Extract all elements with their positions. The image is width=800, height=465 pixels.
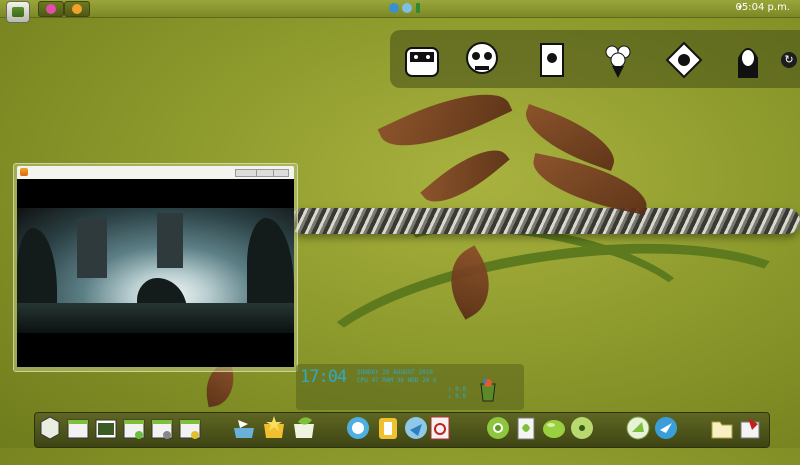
- books-icon[interactable]: [738, 414, 762, 440]
- blue-folder-icon[interactable]: [404, 414, 428, 440]
- folder-icon[interactable]: [710, 414, 734, 440]
- widget-net-up: ↑ 0.0: [448, 386, 467, 393]
- bouquet-icon[interactable]: [598, 40, 638, 80]
- wallpaper-cable: [290, 208, 800, 234]
- video-area[interactable]: [17, 179, 294, 367]
- skull-icon[interactable]: [462, 40, 502, 80]
- network-icon[interactable]: [402, 3, 412, 13]
- wallpaper-leaf: [377, 74, 513, 166]
- video-frame: [17, 208, 294, 333]
- wallpaper-leaf: [517, 103, 623, 172]
- pdf-reader-icon[interactable]: [428, 414, 452, 440]
- window-titlebar[interactable]: [17, 166, 294, 179]
- recycle-bin-icon[interactable]: [478, 378, 498, 402]
- widget-time: 17:04: [300, 367, 347, 387]
- star-folder-icon[interactable]: [262, 414, 286, 440]
- ninja-icon[interactable]: [402, 40, 442, 80]
- task-button-theme-app[interactable]: [38, 1, 64, 17]
- notes-icon[interactable]: [514, 414, 538, 440]
- start-button[interactable]: [6, 1, 30, 23]
- photo-icon[interactable]: [94, 414, 118, 440]
- widget-net-down: ↓ 0.0: [448, 393, 467, 400]
- media-player-window[interactable]: [13, 163, 298, 372]
- widget-date: SUNDAY 29 AUGUST 2010: [357, 369, 433, 376]
- play-icon: [72, 4, 82, 14]
- scene-robot: [77, 218, 107, 278]
- chrome-icon[interactable]: [486, 414, 510, 440]
- wallpaper-leaf: [527, 152, 653, 216]
- wallpaper-stem: [373, 203, 703, 363]
- bird-folder-icon[interactable]: [232, 414, 256, 440]
- cat-icon[interactable]: [664, 40, 704, 80]
- bird-app-icon[interactable]: [654, 414, 678, 440]
- pink-gear-icon: [46, 4, 56, 14]
- green-leaf-folder-icon[interactable]: [292, 414, 316, 440]
- taskbar-clock[interactable]: 05:04 p.m.: [736, 2, 790, 13]
- globe-icon[interactable]: [389, 3, 399, 13]
- upload-window-icon[interactable]: [178, 414, 202, 440]
- woman-icon[interactable]: [728, 40, 768, 80]
- illustrator-icon[interactable]: [376, 414, 400, 440]
- download-window-icon[interactable]: [122, 414, 146, 440]
- disc-icon[interactable]: [570, 414, 594, 440]
- cube-icon[interactable]: [38, 414, 62, 440]
- photoshop-icon[interactable]: [346, 414, 370, 440]
- globe-app-icon[interactable]: [626, 414, 650, 440]
- settings-window-icon[interactable]: [150, 414, 174, 440]
- book-icon[interactable]: [532, 40, 572, 80]
- battery-icon[interactable]: [416, 3, 420, 13]
- media-player-icon: [20, 168, 28, 176]
- scene-robot: [157, 213, 183, 268]
- lime-ball-icon[interactable]: [542, 414, 566, 440]
- minimize-button[interactable]: [235, 169, 257, 177]
- wallpaper-leaf: [435, 245, 505, 320]
- refresh-icon[interactable]: ↻: [781, 52, 797, 68]
- widget-stats: CPU 47 RAM 36 HDD 24 G: [357, 377, 437, 384]
- top-launcher-dock: [390, 30, 800, 88]
- wallpaper-leaf: [420, 134, 510, 218]
- task-button-media-player[interactable]: [64, 1, 90, 17]
- close-button[interactable]: [273, 169, 289, 177]
- top-taskbar: ▾ 05:04 p.m.: [0, 0, 800, 23]
- scene-ground: [17, 303, 294, 333]
- windows-icon[interactable]: [66, 414, 90, 440]
